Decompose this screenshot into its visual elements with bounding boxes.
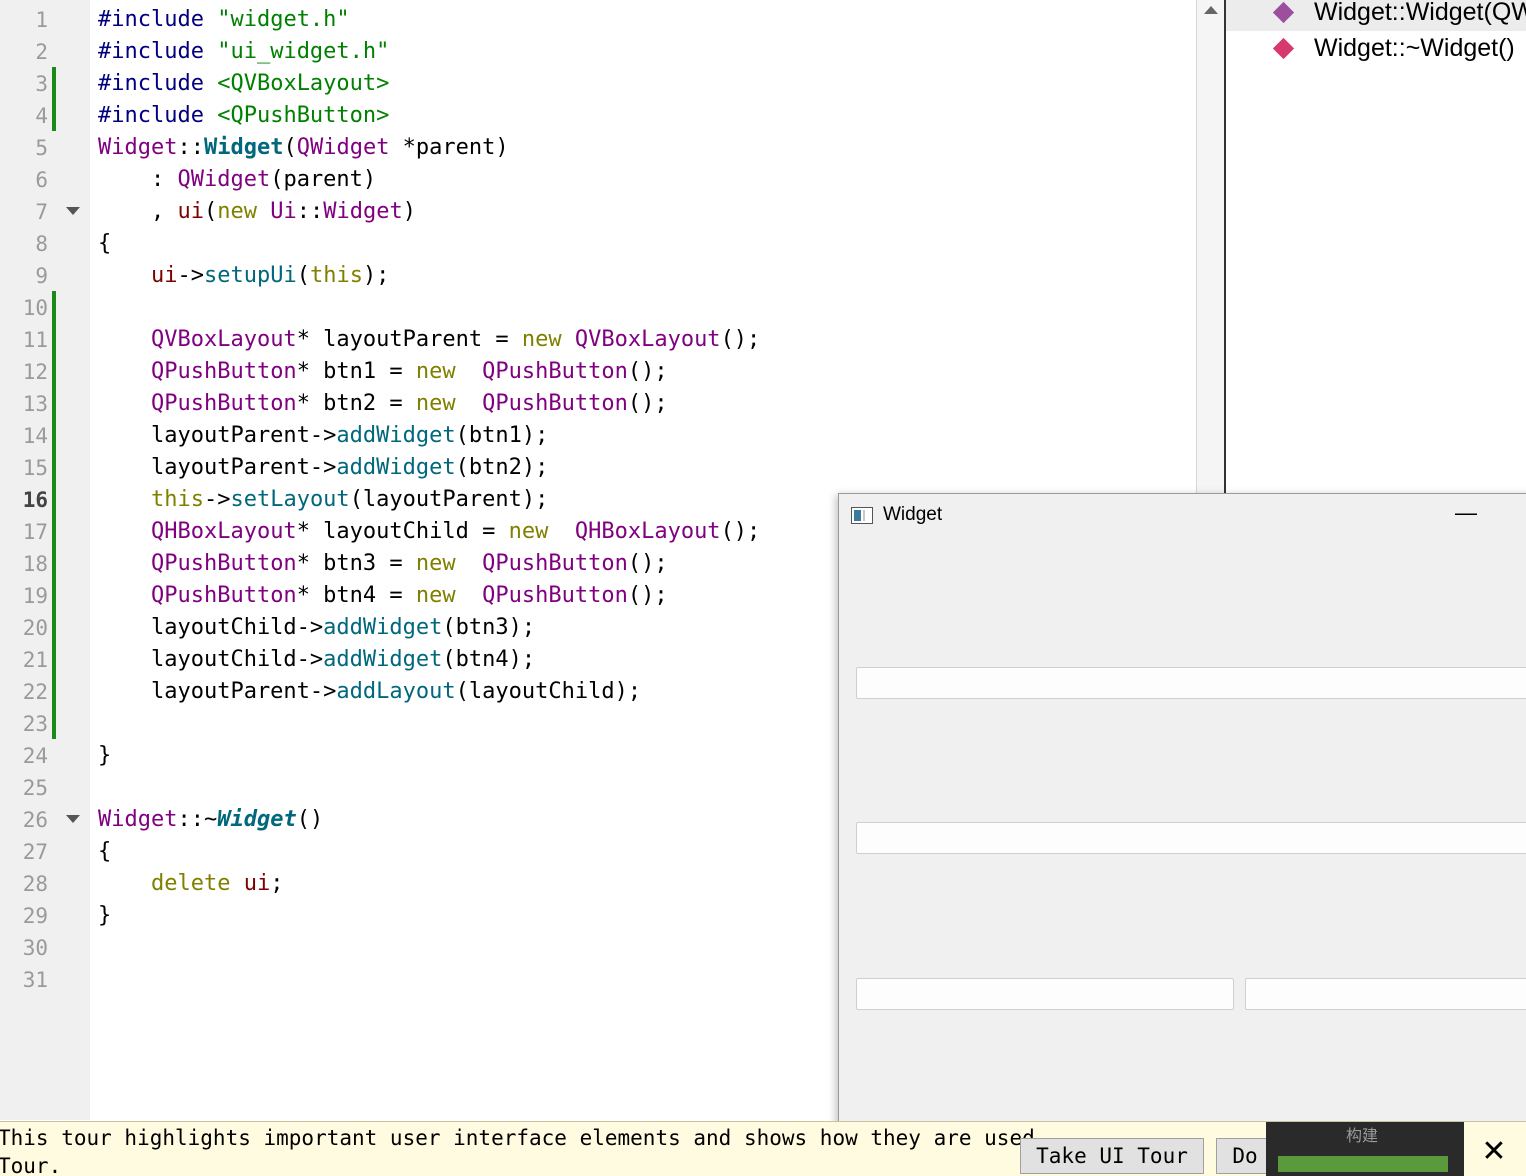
line-number: 2	[35, 40, 48, 64]
line-number: 24	[22, 744, 48, 768]
line-number: 3	[35, 72, 48, 96]
code-line-2: #include "ui_widget.h"	[98, 39, 390, 64]
btn1-push-button[interactable]	[856, 667, 1526, 699]
build-label: 构建	[1346, 1128, 1379, 1145]
ui-tour-infobar: This tour highlights important user inte…	[0, 1121, 1526, 1176]
btn4-push-button[interactable]	[1245, 978, 1526, 1010]
scroll-up-arrow-icon[interactable]	[1204, 6, 1218, 14]
code-line-17: QHBoxLayout* layoutChild = new QHBoxLayo…	[150, 519, 761, 544]
code-line-22: layoutParent->addLayout(layoutChild);	[98, 679, 642, 704]
line-number: 26	[22, 808, 48, 832]
minimize-button[interactable]: —	[1455, 498, 1477, 528]
code-line-7: , ui(new Ui::Widget)	[98, 199, 416, 224]
outline-item-constructor[interactable]: Widget::Widget(QWidget *parent)	[1226, 0, 1526, 31]
code-line-19: QPushButton* btn4 = new QPushButton();	[150, 583, 668, 608]
build-progress-panel: 构建	[1266, 1122, 1464, 1176]
code-line-9: ui->setupUi(this);	[150, 263, 390, 288]
build-progress-bar	[1278, 1156, 1448, 1172]
code-line-21: layoutChild->addWidget(btn4);	[98, 647, 536, 672]
btn3-push-button[interactable]	[856, 978, 1234, 1010]
fold-arrow-icon[interactable]	[66, 207, 80, 215]
line-number: 15	[22, 456, 48, 480]
code-line-6: : QWidget(parent)	[98, 167, 377, 192]
line-number: 22	[22, 680, 48, 704]
code-line-13: QPushButton* btn2 = new QPushButton();	[150, 391, 668, 416]
close-icon[interactable]: ✕	[1474, 1132, 1514, 1172]
line-number: 27	[22, 840, 48, 864]
outline-item-destructor[interactable]: Widget::~Widget()	[1226, 33, 1526, 67]
line-number: 7	[35, 200, 48, 224]
code-line-15: layoutParent->addWidget(btn2);	[98, 455, 549, 480]
line-number: 19	[22, 584, 48, 608]
line-number: 31	[22, 968, 48, 992]
line-number: 9	[35, 264, 48, 288]
line-number: 4	[35, 104, 48, 128]
change-marker	[52, 291, 56, 739]
code-line-20: layoutChild->addWidget(btn3);	[98, 615, 536, 640]
widget-window: Widget —	[838, 493, 1526, 1141]
line-number: 17	[22, 520, 48, 544]
line-number: 11	[22, 328, 48, 352]
fold-arrow-icon[interactable]	[66, 815, 80, 823]
line-number: 13	[22, 392, 48, 416]
code-line-27: {	[98, 839, 112, 864]
code-line-28: delete ui;	[150, 871, 284, 896]
line-number: 23	[22, 712, 48, 736]
code-line-12: QPushButton* btn1 = new QPushButton();	[150, 359, 668, 384]
tour-message-continued: Tour.	[0, 1154, 62, 1176]
method-diamond-icon	[1272, 1, 1295, 24]
tour-message: This tour highlights important user inte…	[0, 1126, 1048, 1150]
line-number: 25	[22, 776, 48, 800]
line-number: 21	[22, 648, 48, 672]
code-line-3: #include <QVBoxLayout>	[98, 71, 390, 96]
window-title: Widget	[883, 504, 943, 525]
window-titlebar[interactable]: Widget —	[839, 494, 1526, 536]
line-number: 14	[22, 424, 48, 448]
code-line-24: }	[98, 743, 112, 768]
code-line-4: #include <QPushButton>	[98, 103, 390, 128]
code-line-29: }	[98, 903, 112, 928]
code-line-14: layoutParent->addWidget(btn1);	[98, 423, 549, 448]
method-diamond-icon	[1272, 37, 1295, 60]
line-number: 12	[22, 360, 48, 384]
build-progress-fill	[1278, 1156, 1448, 1172]
code-line-16: this->setLayout(layoutParent);	[150, 487, 549, 512]
line-number: 16	[22, 488, 48, 512]
line-number: 5	[35, 136, 48, 160]
change-marker	[52, 67, 56, 131]
line-number: 10	[22, 296, 48, 320]
window-app-icon	[851, 507, 873, 524]
code-line-8: {	[98, 231, 112, 256]
code-line-18: QPushButton* btn3 = new QPushButton();	[150, 551, 668, 576]
take-ui-tour-button[interactable]: Take UI Tour	[1020, 1138, 1204, 1174]
code-line-5: Widget::Widget(QWidget *parent)	[98, 135, 509, 160]
line-number: 30	[22, 936, 48, 960]
line-number: 29	[22, 904, 48, 928]
btn2-push-button[interactable]	[856, 822, 1526, 854]
line-number: 20	[22, 616, 48, 640]
line-number: 1	[35, 8, 48, 32]
line-number: 28	[22, 872, 48, 896]
line-number: 8	[35, 232, 48, 256]
code-line-1: #include "widget.h"	[98, 7, 350, 32]
line-number: 6	[35, 168, 48, 192]
code-line-11: QVBoxLayout* layoutParent = new QVBoxLay…	[150, 327, 761, 352]
editor-scrollbar[interactable]	[1196, 0, 1225, 495]
line-number: 18	[22, 552, 48, 576]
outline-pane: Widget::Widget(QWidget *parent) Widget::…	[1224, 0, 1526, 495]
code-line-26: Widget::~Widget()	[98, 807, 324, 832]
